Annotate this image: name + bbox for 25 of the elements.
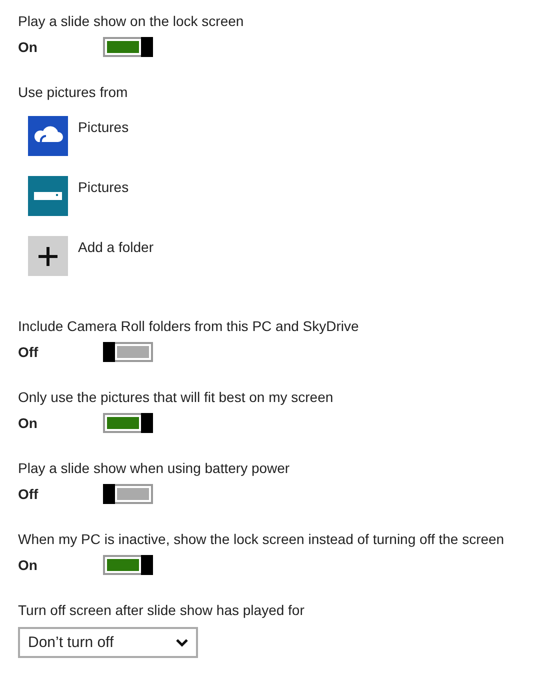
setting-label: Include Camera Roll folders from this PC and SkyDrive (18, 317, 360, 336)
toggle-switch[interactable] (103, 37, 153, 57)
drive-icon[interactable] (28, 176, 68, 216)
folder-label[interactable]: Add a folder (78, 237, 154, 257)
toggle-state: Off (18, 344, 40, 360)
cloud-icon[interactable] (28, 116, 68, 156)
setting-label: When my PC is inactive, show the lock screen instead of turning off the screen (18, 530, 506, 549)
setting-label: Only use the pictures that will fit best on my screen (18, 388, 334, 407)
toggle-switch[interactable] (103, 413, 153, 433)
setting-label: Play a slide show on the lock screen (18, 12, 245, 31)
toggle-state: On (18, 415, 38, 431)
toggle-switch[interactable] (103, 555, 153, 575)
folder-label[interactable]: Pictures (78, 117, 129, 137)
section-label: Use pictures from (18, 83, 129, 102)
toggle-state: On (18, 39, 38, 55)
plus-icon[interactable] (28, 236, 68, 276)
folder-label[interactable]: Pictures (78, 177, 129, 197)
setting-label: Turn off screen after slide show has played for (18, 601, 306, 620)
dropdown[interactable]: Don’t turn off (18, 627, 198, 658)
toggle-switch[interactable] (103, 342, 153, 362)
setting-label: Play a slide show when using battery power (18, 459, 291, 478)
chevron-down-icon (176, 638, 188, 646)
toggle-switch[interactable] (103, 484, 153, 504)
toggle-state: On (18, 557, 38, 573)
toggle-state: Off (18, 486, 40, 502)
